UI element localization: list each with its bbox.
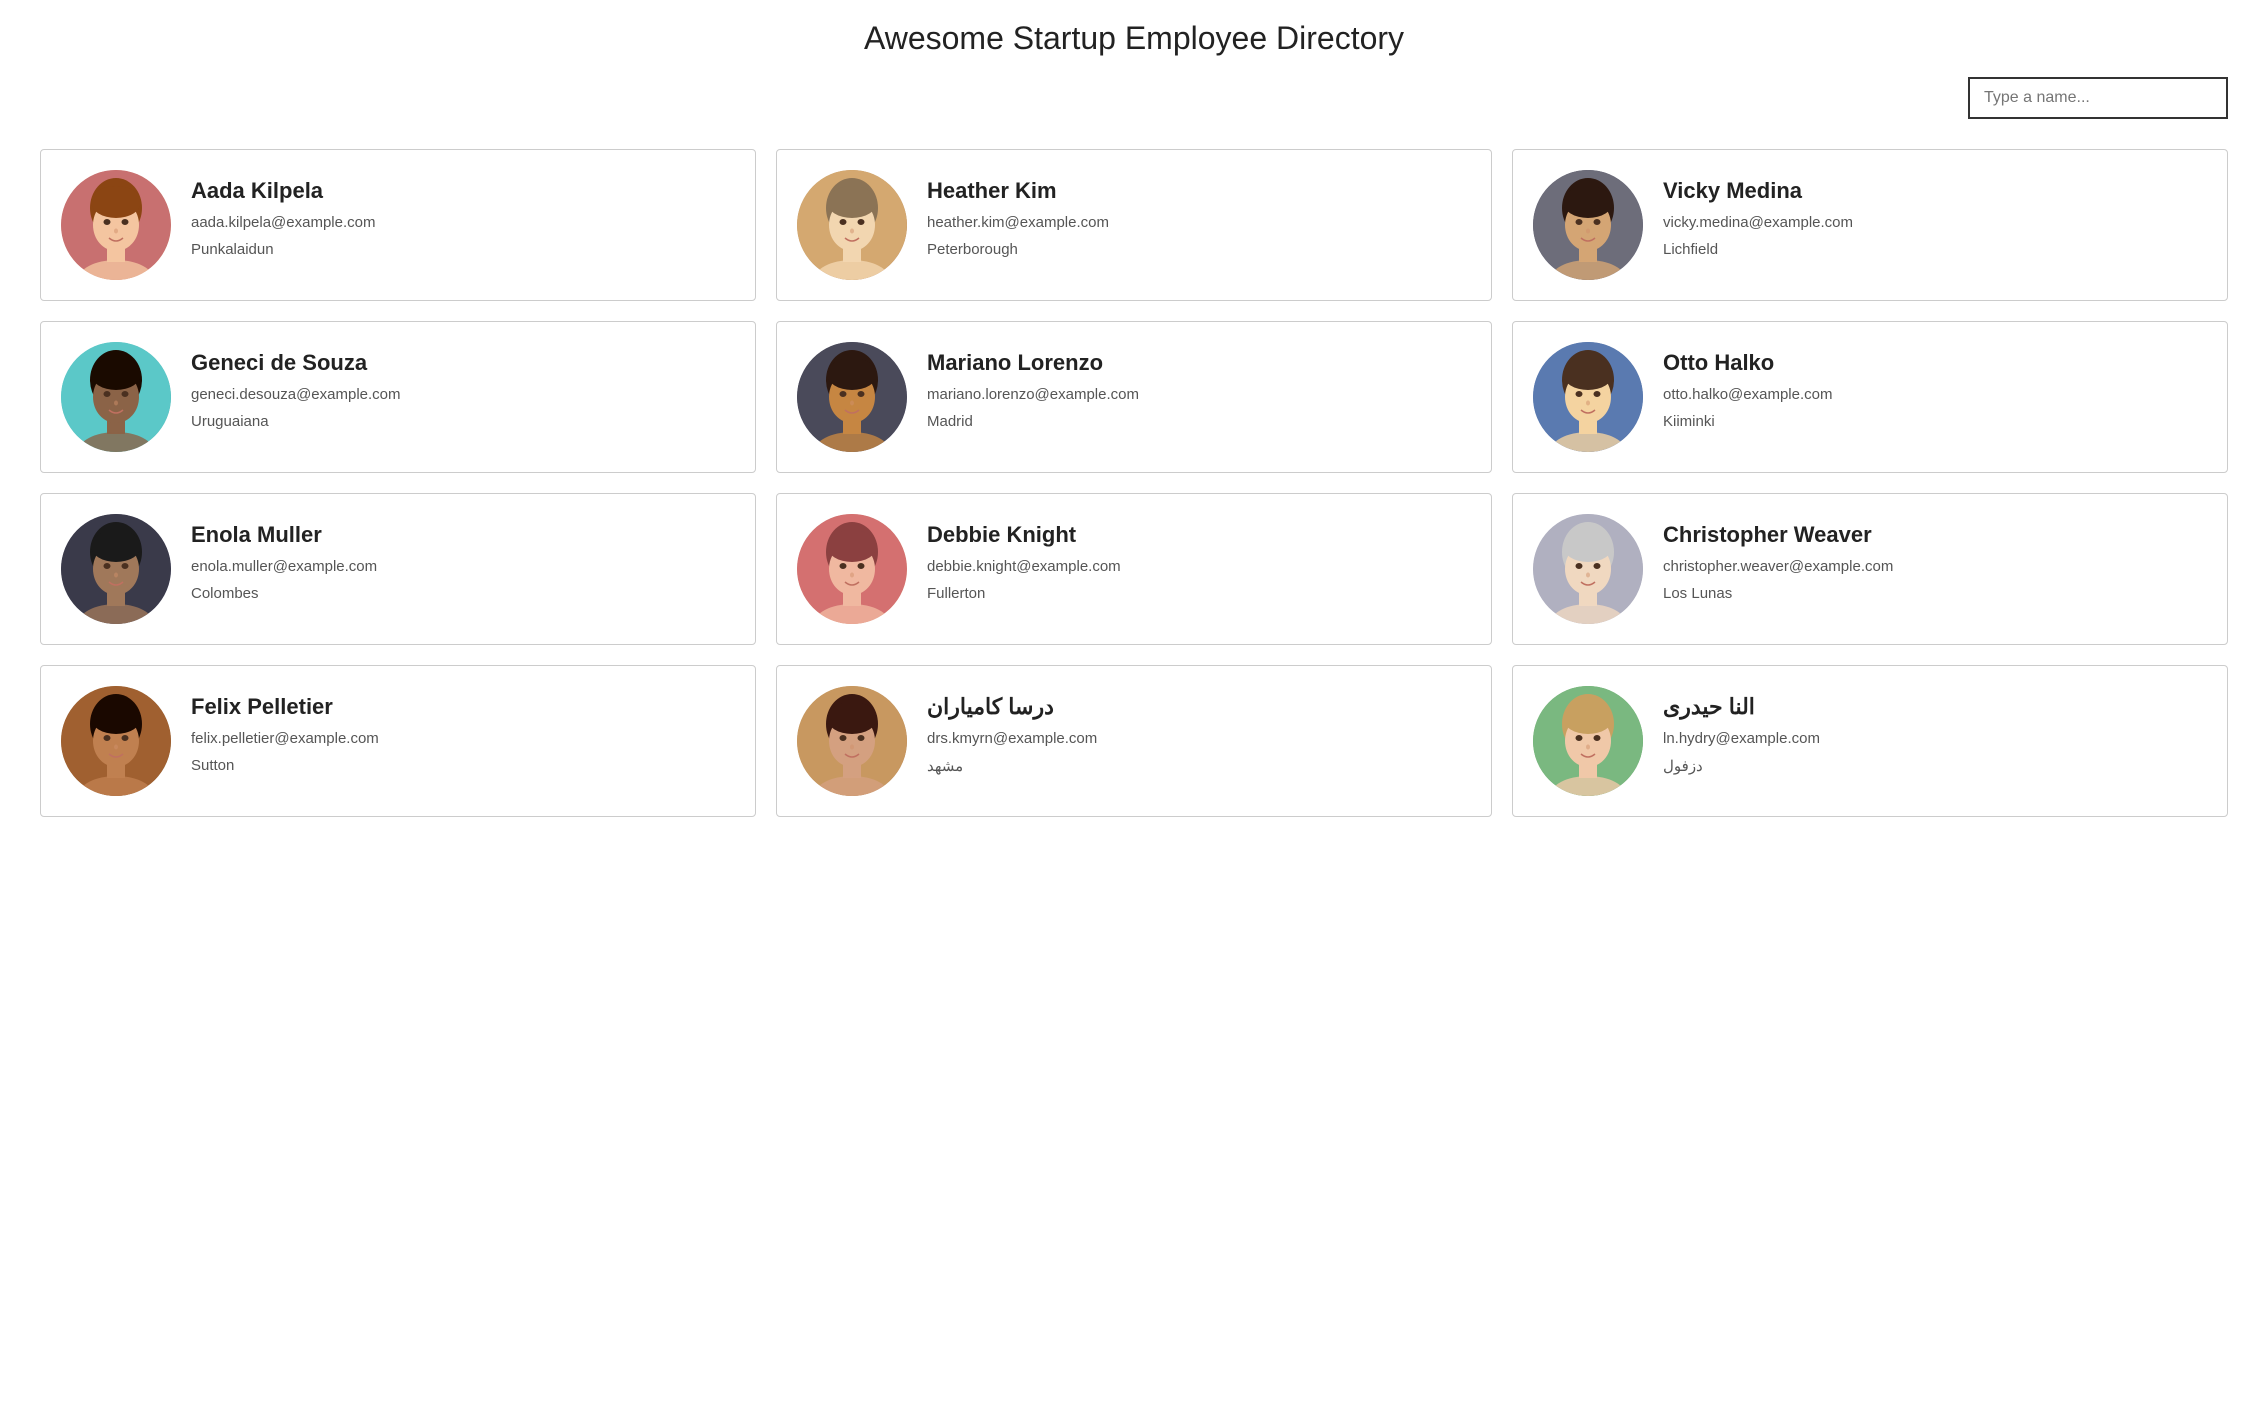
employee-name-geneci-desouza: Geneci de Souza xyxy=(191,350,401,376)
avatar-drsa-kmyrn xyxy=(797,686,907,796)
employee-name-otto-halko: Otto Halko xyxy=(1663,350,1832,376)
card-info-ln-hydry: النا حیدری ln.hydry@example.com دزفول xyxy=(1663,686,1820,775)
avatar-vicky-medina xyxy=(1533,170,1643,280)
employee-card-vicky-medina[interactable]: Vicky Medina vicky.medina@example.com Lich… xyxy=(1512,149,2228,301)
card-info-vicky-medina: Vicky Medina vicky.medina@example.com Lich… xyxy=(1663,170,1853,258)
employee-name-aada-kilpela: Aada Kilpela xyxy=(191,178,376,204)
card-info-heather-kim: Heather Kim heather.kim@example.com Peterb… xyxy=(927,170,1109,258)
avatar-geneci-desouza xyxy=(61,342,171,452)
employee-card-aada-kilpela[interactable]: Aada Kilpela aada.kilpela@example.com Punk… xyxy=(40,149,756,301)
avatar-mariano-lorenzo xyxy=(797,342,907,452)
employee-card-heather-kim[interactable]: Heather Kim heather.kim@example.com Peterb… xyxy=(776,149,1492,301)
employee-email-christopher-weaver: christopher.weaver@example.com xyxy=(1663,558,1893,575)
employee-name-mariano-lorenzo: Mariano Lorenzo xyxy=(927,350,1139,376)
employee-email-enola-muller: enola.muller@example.com xyxy=(191,558,377,575)
avatar-otto-halko xyxy=(1533,342,1643,452)
card-info-mariano-lorenzo: Mariano Lorenzo mariano.lorenzo@example.c… xyxy=(927,342,1139,430)
card-info-felix-pelletier: Felix Pelletier felix.pelletier@example.c… xyxy=(191,686,379,774)
employee-city-drsa-kmyrn: مشهد xyxy=(927,757,1097,775)
employee-card-geneci-desouza[interactable]: Geneci de Souza geneci.desouza@example.co… xyxy=(40,321,756,473)
search-container xyxy=(40,77,2228,119)
employee-name-debbie-knight: Debbie Knight xyxy=(927,522,1121,548)
avatar-felix-pelletier xyxy=(61,686,171,796)
employee-name-felix-pelletier: Felix Pelletier xyxy=(191,694,379,720)
employee-name-christopher-weaver: Christopher Weaver xyxy=(1663,522,1893,548)
employee-email-drsa-kmyrn: drs.kmyrn@example.com xyxy=(927,730,1097,747)
avatar-debbie-knight xyxy=(797,514,907,624)
employee-city-aada-kilpela: Punkalaidun xyxy=(191,241,376,258)
employee-name-ln-hydry: النا حیدری xyxy=(1663,694,1820,720)
avatar-christopher-weaver xyxy=(1533,514,1643,624)
employee-city-vicky-medina: Lichfield xyxy=(1663,241,1853,258)
card-info-debbie-knight: Debbie Knight debbie.knight@example.com Fu… xyxy=(927,514,1121,602)
employee-email-otto-halko: otto.halko@example.com xyxy=(1663,386,1832,403)
employee-card-enola-muller[interactable]: Enola Muller enola.muller@example.com Colo… xyxy=(40,493,756,645)
employee-city-otto-halko: Kiiminki xyxy=(1663,413,1832,430)
employee-city-christopher-weaver: Los Lunas xyxy=(1663,585,1893,602)
employee-city-enola-muller: Colombes xyxy=(191,585,377,602)
card-info-aada-kilpela: Aada Kilpela aada.kilpela@example.com Punk… xyxy=(191,170,376,258)
employee-card-otto-halko[interactable]: Otto Halko otto.halko@example.com Kiiminki xyxy=(1512,321,2228,473)
avatar-heather-kim xyxy=(797,170,907,280)
employee-card-debbie-knight[interactable]: Debbie Knight debbie.knight@example.com Fu… xyxy=(776,493,1492,645)
card-info-enola-muller: Enola Muller enola.muller@example.com Colo… xyxy=(191,514,377,602)
avatar-aada-kilpela xyxy=(61,170,171,280)
employee-card-christopher-weaver[interactable]: Christopher Weaver christopher.weaver@exa… xyxy=(1512,493,2228,645)
employee-name-enola-muller: Enola Muller xyxy=(191,522,377,548)
employee-email-felix-pelletier: felix.pelletier@example.com xyxy=(191,730,379,747)
search-input[interactable] xyxy=(1968,77,2228,119)
card-info-geneci-desouza: Geneci de Souza geneci.desouza@example.co… xyxy=(191,342,401,430)
card-info-otto-halko: Otto Halko otto.halko@example.com Kiiminki xyxy=(1663,342,1832,430)
page-title: Awesome Startup Employee Directory xyxy=(40,20,2228,57)
employee-city-mariano-lorenzo: Madrid xyxy=(927,413,1139,430)
avatar-enola-muller xyxy=(61,514,171,624)
employee-email-geneci-desouza: geneci.desouza@example.com xyxy=(191,386,401,403)
employee-email-heather-kim: heather.kim@example.com xyxy=(927,214,1109,231)
employee-name-vicky-medina: Vicky Medina xyxy=(1663,178,1853,204)
employee-card-mariano-lorenzo[interactable]: Mariano Lorenzo mariano.lorenzo@example.c… xyxy=(776,321,1492,473)
employee-city-heather-kim: Peterborough xyxy=(927,241,1109,258)
employee-card-felix-pelletier[interactable]: Felix Pelletier felix.pelletier@example.c… xyxy=(40,665,756,817)
employee-email-mariano-lorenzo: mariano.lorenzo@example.com xyxy=(927,386,1139,403)
employee-name-heather-kim: Heather Kim xyxy=(927,178,1109,204)
employee-email-aada-kilpela: aada.kilpela@example.com xyxy=(191,214,376,231)
employee-card-drsa-kmyrn[interactable]: درسا کامیاران drs.kmyrn@example.com مشهد xyxy=(776,665,1492,817)
employee-city-debbie-knight: Fullerton xyxy=(927,585,1121,602)
employee-email-vicky-medina: vicky.medina@example.com xyxy=(1663,214,1853,231)
avatar-ln-hydry xyxy=(1533,686,1643,796)
employee-email-ln-hydry: ln.hydry@example.com xyxy=(1663,730,1820,747)
employee-grid: Aada Kilpela aada.kilpela@example.com Punk… xyxy=(40,149,2228,817)
employee-name-drsa-kmyrn: درسا کامیاران xyxy=(927,694,1097,720)
card-info-christopher-weaver: Christopher Weaver christopher.weaver@exa… xyxy=(1663,514,1893,602)
employee-city-ln-hydry: دزفول xyxy=(1663,757,1820,775)
employee-city-felix-pelletier: Sutton xyxy=(191,757,379,774)
card-info-drsa-kmyrn: درسا کامیاران drs.kmyrn@example.com مشهد xyxy=(927,686,1097,775)
employee-email-debbie-knight: debbie.knight@example.com xyxy=(927,558,1121,575)
employee-city-geneci-desouza: Uruguaiana xyxy=(191,413,401,430)
employee-card-ln-hydry[interactable]: النا حیدری ln.hydry@example.com دزفول xyxy=(1512,665,2228,817)
